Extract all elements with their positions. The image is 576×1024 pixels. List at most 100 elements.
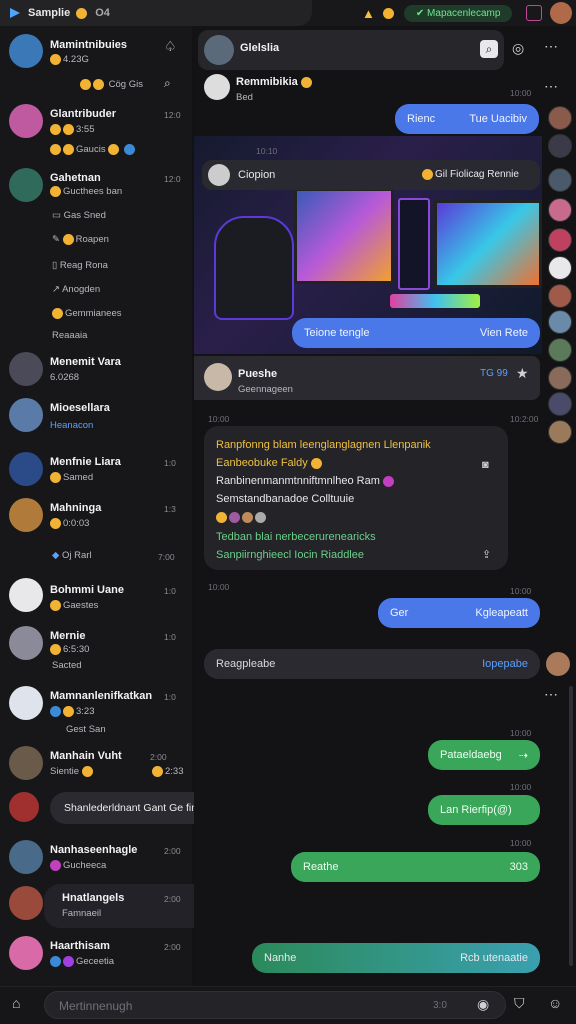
chat-item[interactable]: Manhain Vuht Sientie 2:00 2:33 (0, 742, 192, 790)
chat-name: Gahetnan (50, 172, 101, 184)
message-bubble[interactable]: Rienc Tue Uacibiv (395, 104, 539, 134)
chat-item[interactable]: Menfnie Liara Samed 1:0 (0, 448, 192, 496)
account-avatar[interactable] (9, 34, 43, 68)
camera-icon[interactable]: ◙ (482, 456, 489, 474)
box-icon[interactable] (526, 5, 543, 21)
conversation-avatar[interactable] (204, 35, 234, 65)
chat-item[interactable]: Mahninga 0:0:03 1:3 ◆ Oj Rarl 7:00 (0, 494, 192, 572)
record-icon[interactable]: ◉ (477, 996, 489, 1013)
chat-sub: Sientie (50, 766, 95, 777)
card-meta: TG 99 (480, 368, 508, 379)
avatar (208, 164, 230, 186)
contact-avatar[interactable] (548, 198, 572, 222)
profile-avatar[interactable] (550, 2, 573, 24)
chat-sub: Gaestes (50, 600, 98, 611)
action-pill-button[interactable]: ✔ Mapacenlecamp (403, 4, 513, 22)
shield-icon[interactable]: ⛉ (514, 995, 525, 1012)
message-bubble[interactable]: Lan Rierfip(@) (428, 795, 540, 825)
conversation-title: Glelslia (240, 42, 280, 54)
timestamp: 10:00 (510, 586, 532, 596)
message-bubble[interactable]: Nanhe Rcb utenaatie (252, 943, 540, 973)
home-icon[interactable]: ⌂ (12, 995, 20, 1011)
chat-avatar (9, 746, 43, 780)
chat-sub: Gucthees ban (50, 186, 122, 197)
app-badge: O4 (95, 7, 110, 19)
sub-item[interactable]: ✎ Roapen (52, 234, 109, 245)
leaf-icon[interactable]: ♤ (164, 38, 177, 55)
chat-name: Hnatlangels (62, 892, 125, 904)
share-icon[interactable]: ⇪ (482, 546, 491, 564)
chat-item[interactable]: Mioesellara Heanacon (0, 394, 192, 446)
chat-sub2: Gaucis (50, 144, 137, 155)
chat-sub: 6:5:30 (50, 644, 89, 655)
star-icon[interactable]: ★ (516, 365, 529, 382)
message-bubble[interactable]: Ciopion Gil Fiolicag Rennie (202, 160, 540, 190)
sender-avatar (204, 74, 230, 100)
contact-avatar[interactable] (548, 284, 572, 308)
emoji-icon[interactable]: ☺ (548, 995, 562, 1011)
chat-name: Mamnanlenifkatkan (50, 690, 153, 702)
sub-item[interactable]: Gemmianees (52, 308, 122, 319)
sub-item[interactable]: ▭ Gas Sned (52, 210, 106, 221)
contact-avatar[interactable] (548, 168, 572, 192)
message-bubble[interactable]: Reagpleabe Iopepabe (204, 649, 540, 679)
message-bubble[interactable]: Reathe 303 (291, 852, 540, 882)
message-line: Ranpfonng blam leenglanglagnen Llenpanik (216, 439, 431, 451)
chat-item[interactable]: Bohmmi Uane Gaestes 1:0 (0, 576, 192, 624)
message-bubble[interactable]: Ger Kgleapeatt (378, 598, 540, 628)
chat-item[interactable]: Glantribuder 3:55 12:0 Gaucis (0, 100, 192, 162)
chat-time: 2:00 (164, 894, 181, 904)
contact-avatar[interactable] (548, 392, 572, 416)
chat-time: 1:0 (164, 632, 176, 642)
more-icon[interactable]: ⋯ (544, 38, 558, 55)
chat-sub: Geceetia (50, 956, 114, 967)
contact-avatar-strip (543, 100, 576, 450)
contact-avatar[interactable] (548, 338, 572, 362)
conversation-pane: Glelslia ⌕ ◎ ⋯ Remmibikia Bed ⋯ 10:00 Ri… (194, 26, 576, 986)
search-icon[interactable]: ⌕ (480, 40, 498, 58)
search-icon[interactable]: ⌕ (164, 76, 171, 91)
chat-avatar (9, 686, 43, 720)
sub-item[interactable]: Reaaaia (52, 330, 87, 341)
chat-name: Haarthisam (50, 940, 110, 952)
message-bubble[interactable]: Teione tengle Vien Rete (292, 318, 540, 348)
shield-icon[interactable]: ◎ (512, 40, 524, 57)
contact-avatar[interactable] (548, 310, 572, 334)
sub-item[interactable]: ▯ Reag Rona (52, 260, 108, 271)
scrollbar[interactable] (569, 686, 573, 966)
contact-avatar[interactable] (548, 106, 572, 130)
sub-item[interactable]: ◆ Oj Rarl (52, 550, 92, 561)
emoji-icon (382, 7, 394, 19)
bell-icon[interactable]: ▲ (362, 6, 375, 21)
emoji-icon (76, 7, 88, 19)
sub-item[interactable]: ↗ Anogden (52, 284, 100, 295)
chat-item[interactable]: Mernie 6:5:30 1:0 Sacted (0, 624, 192, 682)
more-icon[interactable]: ⋯ (544, 686, 558, 703)
contact-avatar[interactable] (548, 420, 572, 444)
chat-item-expanded[interactable]: Gahetnan Gucthees ban 12:0 ▭ Gas Sned ✎ … (0, 166, 192, 346)
contact-avatar[interactable] (548, 256, 572, 280)
card-title: Pueshe (238, 368, 278, 380)
chat-item[interactable]: Nanhaseenhagle Gucheeca 2:00 (0, 836, 192, 884)
chat-item[interactable]: Haarthisam Geceetia 2:00 (0, 932, 192, 984)
chat-item[interactable]: Hnatlangels Famnaeil 2:00 (0, 884, 192, 932)
chat-name: Nanhaseenhagle (50, 844, 138, 856)
message-line: Sanpiirnghieecl Iocin Riaddlee (216, 549, 364, 561)
message-line: Eanbeobuke Faldy (216, 454, 496, 472)
contact-card[interactable]: Pueshe Geennageen TG 99 ★ (194, 356, 540, 400)
message-input[interactable]: Mertinnenugh 3:0 ◉ (44, 991, 506, 1019)
long-message[interactable]: Ranpfonng blam leenglanglagnen Llenpanik… (204, 426, 508, 570)
chat-avatar (9, 398, 43, 432)
chat-time: 2:00 (164, 846, 181, 856)
chat-item[interactable]: Menemit Vara 6.0268 (0, 348, 192, 396)
chat-time: 2:00 (164, 942, 181, 952)
contact-avatar[interactable] (548, 228, 572, 252)
chat-item[interactable]: Mamnanlenifkatkan 3:23 1:0 Gest San (0, 682, 192, 742)
contact-avatar[interactable] (548, 366, 572, 390)
chat-name: Bohmmi Uane (50, 584, 124, 596)
keyboard (390, 294, 480, 308)
more-icon[interactable]: ⋯ (544, 78, 558, 95)
chat-avatar (9, 578, 43, 612)
message-bubble[interactable]: Pataeldaebg ⇢ (428, 740, 540, 770)
contact-avatar[interactable] (548, 134, 572, 158)
